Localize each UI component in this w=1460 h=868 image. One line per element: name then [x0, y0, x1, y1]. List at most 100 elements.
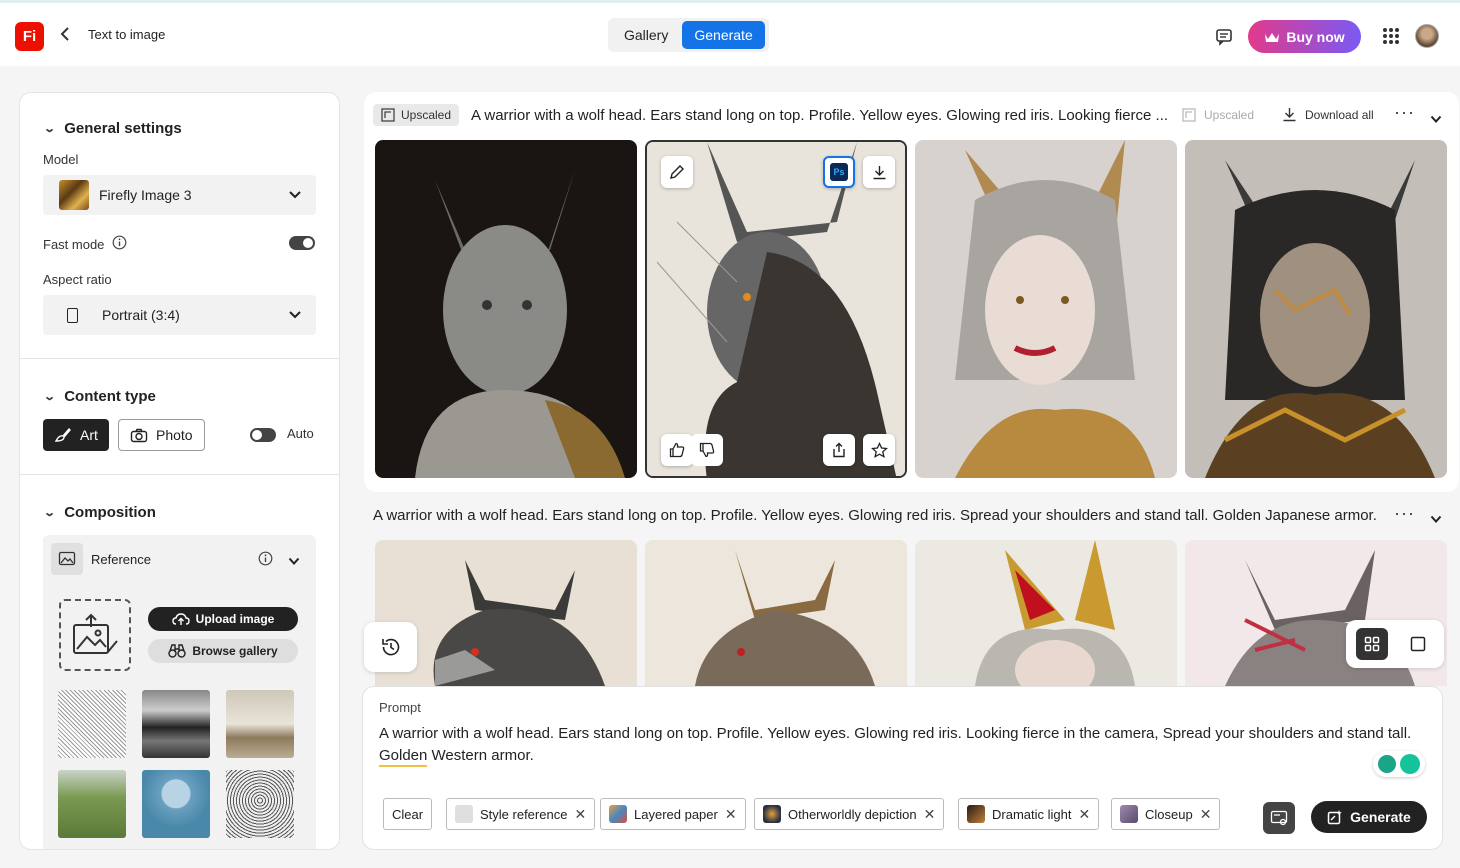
upload-image-button[interactable]: Upload image	[148, 607, 298, 631]
chevron-down-icon: ⌄	[43, 391, 57, 403]
chevron-down-icon[interactable]	[1430, 511, 1442, 527]
share-icon[interactable]	[823, 434, 855, 466]
reference-header[interactable]: Reference	[43, 535, 316, 583]
reference-thumbnail[interactable]	[142, 690, 210, 758]
upscaled-badge: Upscaled	[373, 104, 460, 126]
result-prompt-text: A warrior with a wolf head. Ears stand l…	[373, 507, 1377, 524]
clear-button[interactable]: Clear	[383, 798, 433, 830]
art-button[interactable]: Art	[43, 419, 109, 451]
chevron-down-icon: ⌄	[43, 123, 57, 135]
photo-label: Photo	[156, 427, 193, 443]
settings-panel-toggle-icon[interactable]	[1263, 802, 1295, 834]
back-chevron-icon[interactable]	[60, 25, 76, 45]
generated-image[interactable]	[375, 140, 637, 478]
app-title: Text to image	[88, 27, 166, 42]
content-type-header[interactable]: ⌄ Content type	[43, 388, 156, 405]
prompt-input[interactable]: A warrior with a wolf head. Ears stand l…	[379, 723, 1419, 767]
chevron-down-icon: ⌄	[43, 507, 57, 519]
fast-mode-toggle[interactable]	[289, 236, 315, 250]
close-icon[interactable]: ✕	[574, 806, 586, 823]
grammar-underline	[379, 765, 427, 767]
more-options-icon[interactable]: ···	[1394, 503, 1415, 524]
generated-image[interactable]	[915, 140, 1177, 478]
photoshop-icon[interactable]: Ps	[823, 156, 855, 188]
tab-generate[interactable]: Generate	[682, 21, 765, 49]
reference-thumbnail[interactable]	[58, 690, 126, 758]
close-icon[interactable]: ✕	[1200, 806, 1212, 823]
chevron-down-icon[interactable]	[288, 553, 300, 569]
style-chip[interactable]: Dramatic light ✕	[958, 798, 1100, 830]
buy-now-button[interactable]: Buy now	[1248, 20, 1361, 53]
mode-switcher: Gallery Generate	[608, 18, 769, 52]
settings-panel: ⌄ General settings Model Firefly Image 3…	[19, 92, 340, 850]
crown-icon	[1265, 32, 1280, 42]
feedback-icon[interactable]	[1213, 26, 1235, 48]
download-all-button[interactable]: Download all	[1282, 107, 1374, 122]
firefly-logo[interactable]: Fi	[15, 22, 44, 51]
style-chip[interactable]: Closeup ✕	[1111, 798, 1221, 830]
fast-mode-label: Fast mode	[43, 236, 105, 252]
browse-gallery-button[interactable]: Browse gallery	[148, 639, 298, 663]
add-image-icon	[73, 613, 118, 654]
generated-image[interactable]	[915, 540, 1177, 686]
buy-now-label: Buy now	[1286, 28, 1345, 45]
auto-toggle[interactable]	[250, 428, 276, 442]
closeup-thumbnail	[1120, 805, 1138, 823]
generated-image[interactable]	[645, 540, 907, 686]
chevron-down-icon	[288, 307, 302, 323]
history-icon[interactable]	[364, 622, 417, 672]
close-icon[interactable]: ✕	[1078, 806, 1090, 823]
thumbs-up-icon[interactable]	[661, 434, 693, 466]
more-options-icon[interactable]: ···	[1394, 102, 1415, 123]
avatar[interactable]	[1415, 24, 1439, 48]
chevron-down-icon[interactable]	[1430, 111, 1442, 127]
image-drop-zone[interactable]	[59, 599, 131, 671]
close-icon[interactable]: ✕	[725, 806, 737, 823]
style-chip[interactable]: Layered paper ✕	[600, 798, 746, 830]
grid-view-icon[interactable]	[1356, 628, 1388, 660]
reference-thumbnail[interactable]	[142, 770, 210, 838]
upscaled-label: Upscaled	[1204, 108, 1255, 122]
reference-thumbnail[interactable]	[226, 690, 294, 758]
portrait-icon	[67, 307, 78, 323]
upload-image-label: Upload image	[195, 612, 275, 626]
chip-label: Layered paper	[634, 806, 718, 822]
download-icon[interactable]	[863, 156, 895, 188]
generated-image-selected[interactable]: Ps	[645, 140, 907, 478]
composition-header[interactable]: ⌄ Composition	[43, 504, 156, 521]
style-chip[interactable]: Style reference ✕	[446, 798, 596, 830]
style-chip[interactable]: Otherworldly depiction ✕	[754, 798, 945, 830]
info-icon[interactable]	[112, 235, 127, 253]
result-row-header: A warrior with a wolf head. Ears stand l…	[373, 507, 1377, 524]
auto-label: Auto	[287, 426, 314, 441]
aspect-ratio-value: Portrait (3:4)	[102, 307, 180, 323]
reference-thumbnail[interactable]	[226, 770, 294, 838]
general-settings-header[interactable]: ⌄ General settings	[43, 120, 182, 137]
favorite-star-icon[interactable]	[863, 434, 895, 466]
tab-gallery[interactable]: Gallery	[612, 21, 680, 49]
upscale-icon	[381, 108, 395, 122]
thumbs-down-icon[interactable]	[691, 434, 723, 466]
apps-grid-icon[interactable]	[1380, 25, 1402, 47]
close-icon[interactable]: ✕	[924, 806, 936, 823]
edit-icon[interactable]	[661, 156, 693, 188]
result-prompt-text: A warrior with a wolf head. Ears stand l…	[471, 106, 1169, 124]
prompt-label: Prompt	[379, 700, 421, 715]
generated-image[interactable]	[1185, 140, 1447, 478]
model-thumbnail	[59, 180, 89, 210]
single-view-icon[interactable]	[1402, 628, 1434, 660]
photo-button[interactable]: Photo	[118, 419, 205, 451]
download-all-label: Download all	[1305, 107, 1374, 122]
generate-label: Generate	[1350, 809, 1411, 825]
info-icon[interactable]	[258, 551, 273, 569]
model-select[interactable]: Firefly Image 3	[43, 175, 316, 215]
upscaled-button[interactable]: Upscaled	[1182, 108, 1254, 122]
reference-panel: Reference Upload image Browse gallery	[43, 535, 316, 849]
generate-button[interactable]: Generate	[1311, 801, 1427, 833]
aspect-ratio-select[interactable]: Portrait (3:4)	[43, 295, 316, 335]
grammarly-widget[interactable]	[1373, 751, 1425, 777]
content-type-title: Content type	[64, 388, 156, 405]
reference-thumbnail[interactable]	[58, 770, 126, 838]
chevron-down-icon	[288, 187, 302, 203]
chip-label: Style reference	[480, 806, 568, 822]
